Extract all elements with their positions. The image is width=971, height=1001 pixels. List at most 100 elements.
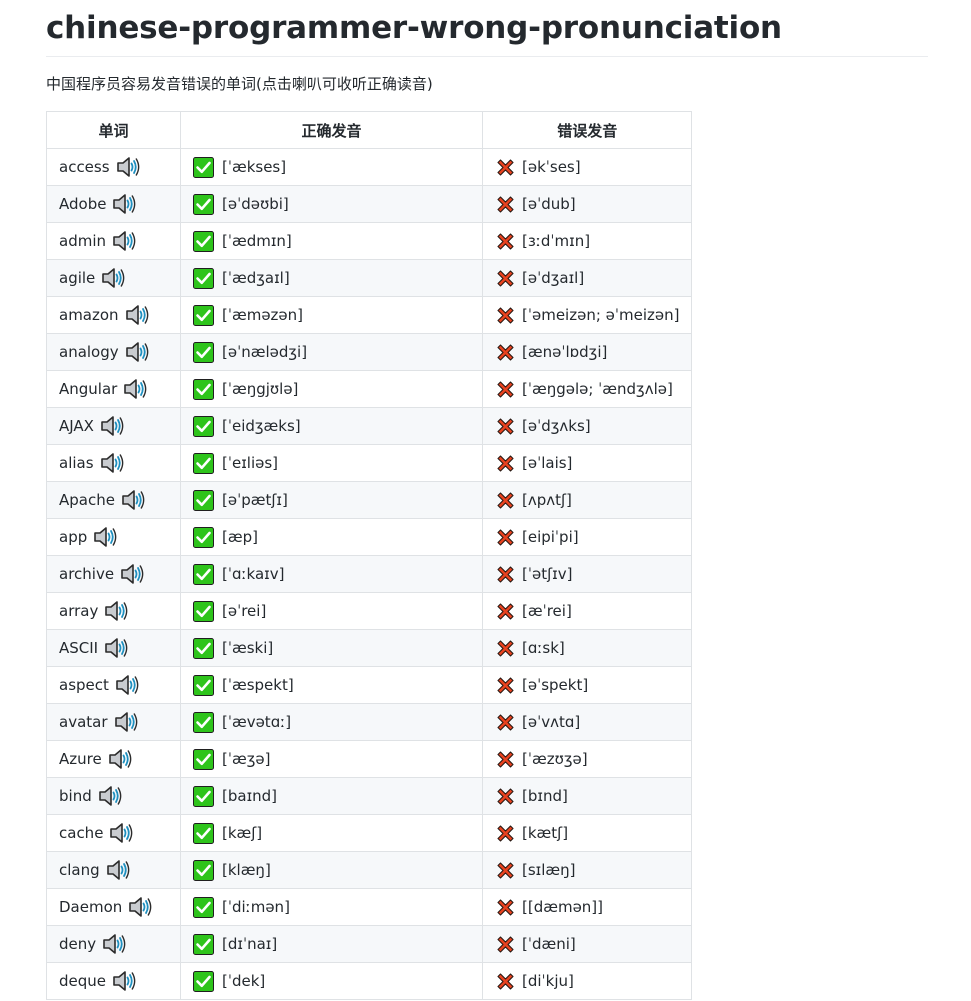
- speaker-icon[interactable]: [125, 304, 149, 326]
- word-cell: alias: [46, 444, 181, 482]
- word-label: ASCII: [59, 639, 99, 657]
- word-cell: deque: [46, 962, 181, 1000]
- word-cell: Angular: [46, 370, 181, 408]
- word-label: bind: [59, 787, 92, 805]
- check-mark-icon: [193, 304, 214, 326]
- word-cell: Apache: [46, 481, 181, 519]
- speaker-icon[interactable]: [114, 711, 138, 733]
- cross-mark-icon: [495, 527, 516, 548]
- word-cell: archive: [46, 555, 181, 593]
- table-header-row: 单词 正确发音 错误发音: [46, 111, 693, 149]
- correct-cell: [ˈdiːmən]: [180, 888, 483, 926]
- cross-mark-icon: [495, 231, 516, 252]
- word-cell: aspect: [46, 666, 181, 704]
- wrong-cell: [ɜːdˈmɪn]: [481, 222, 693, 260]
- wrong-cell: [əˈspekt]: [481, 666, 693, 704]
- correct-cell: [ˈævətɑː]: [180, 703, 483, 741]
- table-row: analogy [əˈnælədʒi] [ænəˈlɒdʒi]: [46, 333, 693, 371]
- correct-cell: [ˈæŋgjʊlə]: [180, 370, 483, 408]
- table-row: Azure [ˈæʒə] [ˈæzʊʒə]: [46, 740, 693, 778]
- word-label: archive: [59, 565, 115, 583]
- wrong-cell: [ɑːsk]: [481, 629, 693, 667]
- readme-page: chinese-programmer-wrong-pronunciation 中…: [0, 0, 928, 1000]
- speaker-icon[interactable]: [123, 378, 147, 400]
- word-cell: ASCII: [46, 629, 181, 667]
- cross-mark-icon: [495, 379, 516, 400]
- correct-pronunciation: [æp]: [222, 528, 258, 546]
- speaker-icon[interactable]: [101, 267, 125, 289]
- wrong-cell: [əˈdʒaɪl]: [481, 259, 693, 297]
- speaker-icon[interactable]: [108, 748, 132, 770]
- speaker-icon[interactable]: [102, 933, 126, 955]
- wrong-pronunciation: [ˈæzʊʒə]: [522, 750, 588, 768]
- speaker-icon[interactable]: [112, 193, 136, 215]
- speaker-icon[interactable]: [112, 230, 136, 252]
- pronunciation-table: 单词 正确发音 错误发音 access [ˈækses] [əkˈses] Ad…: [46, 111, 693, 1000]
- wrong-cell: [ˈæŋgələ; ˈændʒʌlə]: [481, 370, 693, 408]
- word-cell: Adobe: [46, 185, 181, 223]
- check-mark-icon: [193, 230, 214, 252]
- table-row: Angular [ˈæŋgjʊlə] [ˈæŋgələ; ˈændʒʌlə]: [46, 370, 693, 408]
- speaker-icon[interactable]: [112, 970, 136, 992]
- cross-mark-icon: [495, 786, 516, 807]
- wrong-cell: [ˈdæni]: [481, 925, 693, 963]
- wrong-pronunciation: [æˈrei]: [522, 602, 572, 620]
- wrong-cell: [ˈæzʊʒə]: [481, 740, 693, 778]
- wrong-pronunciation: [bɪnd]: [522, 787, 568, 805]
- correct-cell: [əˈpætʃɪ]: [180, 481, 483, 519]
- speaker-icon[interactable]: [128, 896, 152, 918]
- speaker-icon[interactable]: [104, 600, 128, 622]
- speaker-icon[interactable]: [100, 452, 124, 474]
- table-row: bind [baɪnd] [bɪnd]: [46, 777, 693, 815]
- header-correct: 正确发音: [180, 111, 483, 149]
- wrong-cell: [ˈətʃɪv]: [481, 555, 693, 593]
- speaker-icon[interactable]: [98, 785, 122, 807]
- word-cell: avatar: [46, 703, 181, 741]
- word-cell: clang: [46, 851, 181, 889]
- speaker-icon[interactable]: [125, 341, 149, 363]
- correct-pronunciation: [kæʃ]: [222, 824, 263, 842]
- wrong-cell: [[dæmən]]: [481, 888, 693, 926]
- check-mark-icon: [193, 489, 214, 511]
- check-mark-icon: [193, 748, 214, 770]
- check-mark-icon: [193, 378, 214, 400]
- wrong-pronunciation: [əˈspekt]: [522, 676, 589, 694]
- speaker-icon[interactable]: [104, 637, 128, 659]
- correct-cell: [dɪˈnaɪ]: [180, 925, 483, 963]
- table-row: deque [ˈdek] [diˈkju]: [46, 962, 693, 1000]
- word-label: AJAX: [59, 417, 94, 435]
- word-cell: Daemon: [46, 888, 181, 926]
- correct-cell: [ˈɑːkaɪv]: [180, 555, 483, 593]
- table-row: array [əˈrei] [æˈrei]: [46, 592, 693, 630]
- correct-pronunciation: [ˈækses]: [222, 158, 287, 176]
- word-label: Azure: [59, 750, 102, 768]
- wrong-cell: [bɪnd]: [481, 777, 693, 815]
- wrong-cell: [sɪlæŋ]: [481, 851, 693, 889]
- speaker-icon[interactable]: [121, 489, 145, 511]
- wrong-pronunciation: [əˈvʌtɑ]: [522, 713, 581, 731]
- speaker-icon[interactable]: [120, 563, 144, 585]
- wrong-pronunciation: [ɑːsk]: [522, 639, 565, 657]
- speaker-icon[interactable]: [115, 674, 139, 696]
- correct-cell: [baɪnd]: [180, 777, 483, 815]
- header-word: 单词: [46, 111, 181, 149]
- check-mark-icon: [193, 526, 214, 548]
- wrong-cell: [əˈdub]: [481, 185, 693, 223]
- cross-mark-icon: [495, 675, 516, 696]
- word-label: app: [59, 528, 88, 546]
- word-label: access: [59, 158, 110, 176]
- cross-mark-icon: [495, 342, 516, 363]
- speaker-icon[interactable]: [100, 415, 124, 437]
- wrong-pronunciation: [əkˈses]: [522, 158, 581, 176]
- speaker-icon[interactable]: [116, 156, 140, 178]
- cross-mark-icon: [495, 268, 516, 289]
- table-row: app [æp] [eipiˈpi]: [46, 518, 693, 556]
- table-row: avatar [ˈævətɑː] [əˈvʌtɑ]: [46, 703, 693, 741]
- cross-mark-icon: [495, 157, 516, 178]
- speaker-icon[interactable]: [106, 859, 130, 881]
- speaker-icon[interactable]: [109, 822, 133, 844]
- speaker-icon[interactable]: [93, 526, 117, 548]
- correct-pronunciation: [ˈdiːmən]: [222, 898, 290, 916]
- wrong-cell: [eipiˈpi]: [481, 518, 693, 556]
- cross-mark-icon: [495, 305, 516, 326]
